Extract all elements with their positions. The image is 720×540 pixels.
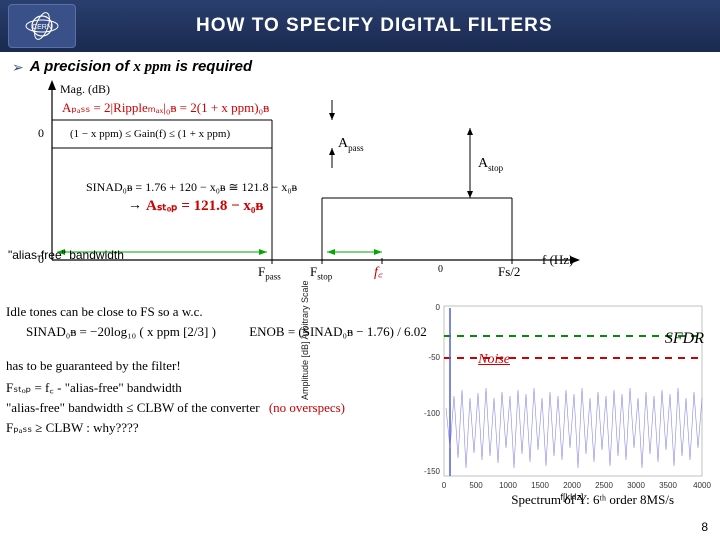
filter-spec-diagram: Mag. (dB) Aₚₐₛₛ = 2|Rippleₘₐₓ|₀ᴃ = 2(1 +…: [32, 80, 592, 275]
svg-text:CERN: CERN: [32, 24, 52, 31]
svg-text:-100: -100: [424, 409, 441, 418]
astop-equation: Aₛₜₒₚ = 121.8 − x₀ᴃ: [146, 196, 264, 215]
svg-text:-150: -150: [424, 467, 441, 476]
svg-text:4000: 4000: [693, 481, 711, 490]
svg-text:0: 0: [436, 303, 441, 312]
spectrum-title: Spectrum of Y: 6ᵗʰ order 8MS/s: [511, 492, 674, 508]
svg-text:0: 0: [442, 481, 447, 490]
fc-tick: f꜀: [374, 262, 383, 281]
req-prefix: A precision of: [30, 58, 134, 75]
enob-eq: ENOB = (SINAD₀ᴃ − 1.76) / 6.02: [249, 324, 427, 339]
x-ticks: 0 500 1000 1500 2000 2500 3000 3500 4000: [442, 481, 712, 490]
no-overspec: (no overspecs): [269, 400, 345, 415]
cern-logo-icon: CERN: [22, 8, 62, 44]
apass-equation: Aₚₐₛₛ = 2|Rippleₘₐₓ|₀ᴃ = 2(1 + x ppm)₀ᴃ: [62, 100, 269, 116]
sinad-equation: SINAD₀ᴃ = 1.76 + 120 − x₀ᴃ ≅ 121.8 − x₀ᴃ: [86, 180, 297, 195]
gain-equation: (1 − x ppm) ≤ Gain(f) ≤ (1 + x ppm): [70, 128, 230, 140]
astop-label: Astop: [478, 156, 503, 173]
alias-free-label: "alias-free" bandwidth: [8, 248, 124, 262]
svg-text:-50: -50: [428, 353, 440, 362]
requirement-line: ➢ A precision of x ppm is required: [12, 58, 708, 76]
apass-label: Apass: [338, 136, 364, 153]
req-suffix: is required: [175, 58, 252, 75]
svg-text:500: 500: [469, 481, 483, 490]
content-area: ➢ A precision of x ppm is required: [0, 52, 720, 281]
page-title: HOW TO SPECIFY DIGITAL FILTERS: [196, 15, 553, 37]
bullet-icon: ➢: [12, 59, 24, 76]
diag-zero-x: 0: [438, 264, 443, 275]
svg-text:3500: 3500: [659, 481, 677, 490]
mag-label: Mag. (dB): [60, 82, 110, 97]
page-number: 8: [701, 520, 708, 534]
zero-1: 0: [38, 126, 44, 141]
header-bar: CERN HOW TO SPECIFY DIGITAL FILTERS: [0, 0, 720, 52]
fstop-tick: Fstop: [310, 264, 332, 282]
svg-text:1000: 1000: [499, 481, 517, 490]
noise-label: Noise: [478, 352, 510, 368]
ylabel: Amplitude [dB] Arbitrary Scale: [300, 280, 310, 400]
fpass-tick: Fpass: [258, 264, 281, 282]
fs2-tick: Fs/2: [498, 264, 520, 280]
sfdr-label: SFDR: [665, 330, 704, 348]
svg-text:2000: 2000: [563, 481, 581, 490]
f-axis-label: f (Hz): [542, 252, 573, 268]
svg-text:2500: 2500: [595, 481, 613, 490]
y-ticks: 0 -50 -100 -150: [424, 303, 441, 476]
svg-text:1500: 1500: [531, 481, 549, 490]
arrow-icon: →: [128, 198, 142, 214]
req-var: x ppm: [133, 59, 171, 75]
svg-text:3000: 3000: [627, 481, 645, 490]
cern-logo: CERN: [8, 4, 76, 48]
